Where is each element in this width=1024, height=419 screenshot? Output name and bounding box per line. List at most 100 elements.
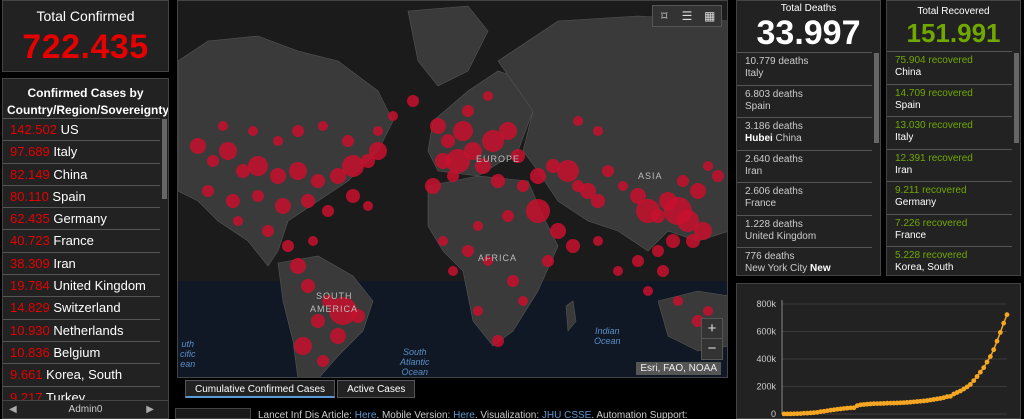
- recovered-list-item[interactable]: 13.030 recovered Italy: [887, 116, 1012, 149]
- case-bubble[interactable]: [613, 266, 623, 276]
- country-list-item[interactable]: 10.930 Netherlands: [3, 318, 160, 341]
- case-bubble[interactable]: [473, 306, 483, 316]
- case-bubble[interactable]: [322, 205, 334, 217]
- lancet-article-link[interactable]: Here: [355, 410, 377, 419]
- case-bubble[interactable]: [573, 116, 583, 126]
- case-bubble[interactable]: [462, 245, 474, 257]
- recovered-list-scrollbar[interactable]: [1014, 53, 1019, 143]
- deaths-list-item[interactable]: 1.228 deaths United Kingdom: [737, 214, 872, 248]
- case-bubble[interactable]: [491, 174, 505, 188]
- case-bubble[interactable]: [686, 234, 700, 248]
- case-bubble[interactable]: [435, 153, 451, 169]
- tab-active-cases[interactable]: Active Cases: [337, 380, 416, 398]
- case-bubble[interactable]: [448, 266, 458, 276]
- case-bubble[interactable]: [677, 175, 689, 187]
- case-bubble[interactable]: [292, 125, 304, 137]
- case-bubble[interactable]: [438, 236, 448, 246]
- mobile-version-link[interactable]: Here: [453, 410, 475, 419]
- chart-data-point[interactable]: [991, 347, 997, 353]
- chart-data-point[interactable]: [994, 338, 1000, 344]
- country-list-item[interactable]: 142.502 US: [3, 118, 160, 140]
- case-bubble[interactable]: [499, 122, 517, 140]
- case-bubble[interactable]: [602, 165, 614, 177]
- case-bubble[interactable]: [388, 111, 398, 121]
- case-bubble[interactable]: [703, 306, 713, 316]
- case-bubble[interactable]: [218, 121, 228, 131]
- deaths-list-scrollbar[interactable]: [874, 53, 879, 143]
- case-bubble[interactable]: [369, 142, 387, 160]
- case-bubble[interactable]: [294, 337, 312, 355]
- case-bubble[interactable]: [507, 275, 519, 287]
- case-bubble[interactable]: [632, 255, 644, 267]
- case-bubble[interactable]: [289, 162, 307, 180]
- case-bubble[interactable]: [618, 181, 628, 191]
- case-bubble[interactable]: [233, 216, 243, 226]
- deaths-list-item[interactable]: 776 deaths New York City New: [737, 247, 872, 275]
- country-list-item[interactable]: 14.829 Switzerland: [3, 296, 160, 318]
- case-bubble[interactable]: [248, 126, 258, 136]
- recovered-list-item[interactable]: 5.228 recovered Korea, South: [887, 246, 1012, 275]
- case-bubble[interactable]: [248, 156, 268, 176]
- case-bubble[interactable]: [652, 245, 664, 257]
- chart-data-point[interactable]: [984, 359, 990, 365]
- case-bubble[interactable]: [530, 168, 546, 184]
- case-bubble[interactable]: [342, 155, 364, 177]
- case-bubble[interactable]: [202, 185, 214, 197]
- case-bubble[interactable]: [207, 155, 219, 167]
- previous-arrow-icon[interactable]: ◀: [9, 401, 17, 418]
- case-bubble[interactable]: [462, 105, 474, 117]
- case-bubble[interactable]: [226, 194, 240, 208]
- chart-data-point[interactable]: [971, 378, 977, 384]
- case-bubble[interactable]: [518, 296, 528, 306]
- case-bubble[interactable]: [275, 198, 291, 214]
- recovered-list-item[interactable]: 12.391 recovered Iran: [887, 148, 1012, 182]
- case-bubble[interactable]: [407, 95, 419, 107]
- case-bubble[interactable]: [517, 180, 529, 192]
- chart-data-point[interactable]: [987, 354, 993, 359]
- case-bubble[interactable]: [301, 279, 315, 293]
- case-bubble[interactable]: [236, 164, 250, 178]
- chart-data-point[interactable]: [981, 365, 987, 371]
- chart-data-point[interactable]: [1001, 320, 1007, 326]
- country-list-item[interactable]: 82.149 China: [3, 162, 160, 185]
- case-bubble[interactable]: [447, 170, 459, 182]
- case-bubble[interactable]: [252, 190, 264, 202]
- case-bubble[interactable]: [363, 201, 373, 211]
- zoom-in-button[interactable]: +: [702, 319, 722, 339]
- chart-data-point[interactable]: [967, 382, 973, 387]
- recovered-list-item[interactable]: 75.904 recovered China: [887, 51, 1012, 84]
- country-list-item[interactable]: 40.723 France: [3, 229, 160, 251]
- case-bubble[interactable]: [542, 255, 554, 267]
- case-bubble[interactable]: [282, 240, 294, 252]
- case-bubble[interactable]: [651, 209, 665, 223]
- country-list-item[interactable]: 19.784 United Kingdom: [3, 274, 160, 296]
- deaths-list-item[interactable]: 6.803 deaths Spain: [737, 84, 872, 118]
- bookmark-icon[interactable]: ⌑: [653, 6, 676, 26]
- case-bubble[interactable]: [492, 335, 504, 347]
- country-list-scrollbar[interactable]: [162, 119, 167, 199]
- recovered-list-item[interactable]: 7.226 recovered France: [887, 213, 1012, 247]
- deaths-list-item[interactable]: 10.779 deaths Italy: [737, 52, 872, 85]
- case-bubble[interactable]: [425, 178, 441, 194]
- case-bubble[interactable]: [318, 121, 328, 131]
- country-list-item[interactable]: 38.309 Iran: [3, 251, 160, 274]
- case-bubble[interactable]: [712, 170, 724, 182]
- case-bubble[interactable]: [591, 194, 605, 208]
- jhu-csse-link[interactable]: JHU CSSE: [542, 410, 591, 419]
- case-bubble[interactable]: [643, 286, 653, 296]
- country-list-item[interactable]: 97.689 Italy: [3, 140, 160, 162]
- case-bubble[interactable]: [666, 234, 680, 248]
- country-list-item[interactable]: 80.110 Spain: [3, 184, 160, 207]
- case-bubble[interactable]: [593, 126, 603, 136]
- case-bubble[interactable]: [473, 221, 483, 231]
- case-bubble[interactable]: [330, 328, 346, 344]
- case-bubble[interactable]: [657, 265, 669, 277]
- deaths-list-item[interactable]: 3.186 deaths Hubei China: [737, 117, 872, 150]
- case-bubble[interactable]: [301, 194, 315, 208]
- tab-cumulative-confirmed[interactable]: Cumulative Confirmed Cases: [185, 380, 336, 398]
- case-bubble[interactable]: [441, 134, 455, 148]
- list-icon[interactable]: ☰: [676, 6, 699, 26]
- case-bubble[interactable]: [526, 199, 550, 223]
- case-bubble[interactable]: [430, 118, 446, 134]
- case-bubble[interactable]: [373, 126, 383, 136]
